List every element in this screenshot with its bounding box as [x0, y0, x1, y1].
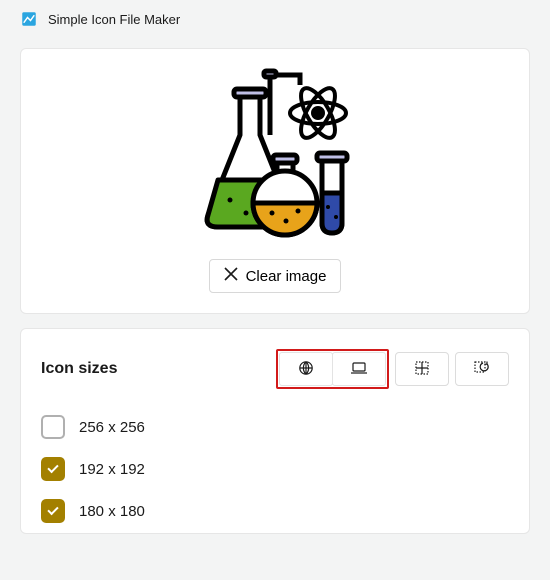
clear-image-label: Clear image — [246, 268, 327, 285]
desktop-preset-button[interactable] — [332, 352, 386, 386]
select-all-button[interactable] — [395, 352, 449, 386]
reset-button[interactable] — [455, 352, 509, 386]
preview-card: Clear image — [20, 48, 530, 314]
icon-sizes-title: Icon sizes — [41, 360, 117, 378]
preview-container: Clear image — [21, 49, 529, 313]
globe-icon — [298, 360, 314, 379]
size-row: 180 x 180 — [41, 499, 509, 523]
refresh-icon — [474, 361, 490, 378]
size-label: 180 x 180 — [79, 503, 145, 520]
laptop-icon — [350, 361, 368, 378]
app-title: Simple Icon File Maker — [48, 12, 180, 27]
app-header: Simple Icon File Maker — [0, 0, 550, 34]
size-row: 192 x 192 — [41, 457, 509, 481]
app-logo-icon — [20, 10, 38, 28]
icon-sizes-header: Icon sizes — [41, 349, 509, 389]
size-checkbox-192[interactable] — [41, 457, 65, 481]
clear-image-button[interactable]: Clear image — [209, 259, 342, 293]
preview-image — [190, 65, 360, 245]
size-checkbox-180[interactable] — [41, 499, 65, 523]
icon-sizes-toolbar — [276, 349, 509, 389]
size-label: 192 x 192 — [79, 461, 145, 478]
close-icon — [224, 267, 238, 285]
size-checkbox-256[interactable] — [41, 415, 65, 439]
size-label: 256 x 256 — [79, 419, 145, 436]
size-row: 256 x 256 — [41, 415, 509, 439]
preset-group-highlighted — [276, 349, 389, 389]
web-preset-button[interactable] — [279, 352, 333, 386]
grid-icon — [415, 361, 429, 378]
icon-sizes-card: Icon sizes — [20, 328, 530, 534]
size-list: 256 x 256 192 x 192 180 x 180 — [41, 415, 509, 523]
